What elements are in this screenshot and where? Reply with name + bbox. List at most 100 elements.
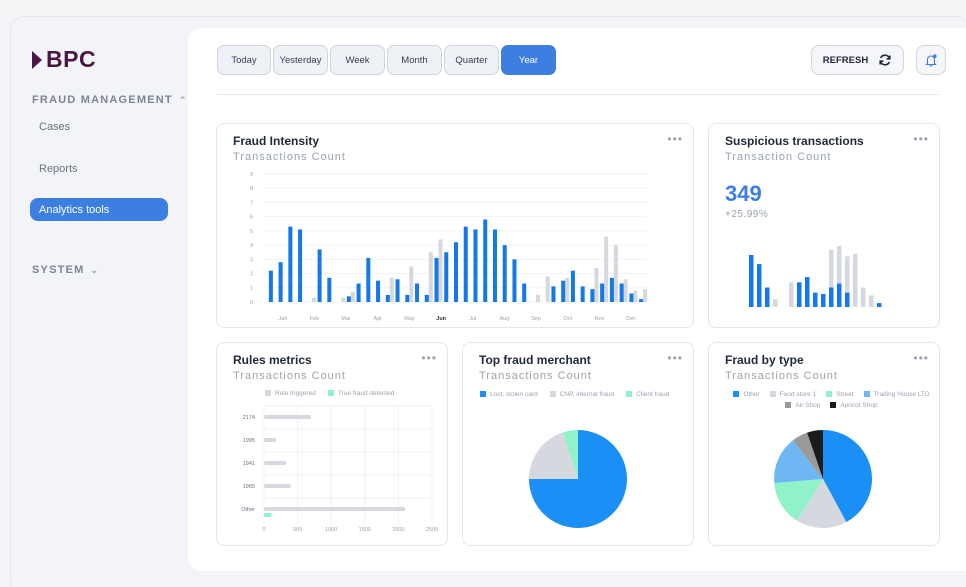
bar-blue bbox=[444, 252, 449, 302]
x-tick-label: Apr bbox=[374, 316, 383, 322]
chevron-up-icon: ⌃ bbox=[178, 94, 188, 105]
bell-icon bbox=[925, 53, 937, 66]
y-tick-label: 9 bbox=[250, 172, 253, 178]
notifications-button[interactable] bbox=[916, 45, 946, 75]
x-tick-label: 1500 bbox=[359, 527, 371, 533]
bar-blue bbox=[454, 242, 458, 302]
bar-rule-triggered bbox=[264, 484, 291, 488]
bar-grey bbox=[773, 299, 778, 307]
bar-blue bbox=[590, 289, 595, 302]
bar-blue bbox=[502, 245, 507, 302]
x-tick-label: Aug bbox=[500, 316, 510, 322]
suspicious-chart bbox=[749, 245, 882, 307]
y-tick-label: 0 bbox=[250, 300, 253, 306]
bar-blue bbox=[288, 226, 293, 302]
bar-blue bbox=[805, 277, 810, 307]
bar-grey bbox=[623, 279, 628, 302]
sidebar-item-label: Reports bbox=[39, 162, 78, 175]
bar-blue bbox=[609, 277, 614, 302]
category-label: 2174 bbox=[243, 415, 255, 421]
y-tick-label: 5 bbox=[250, 229, 253, 235]
sidebar-section-fraud-management[interactable]: FRAUD MANAGEMENT ⌃ bbox=[32, 94, 188, 106]
bar-blue bbox=[845, 292, 850, 307]
sidebar-item-analytics-tools[interactable]: Analytics tools bbox=[30, 198, 168, 221]
main-panel: Today Yesterday Week Month Quarter Year … bbox=[188, 28, 966, 571]
period-month-button[interactable]: Month bbox=[387, 45, 442, 75]
bar-blue bbox=[356, 283, 361, 302]
bar-blue bbox=[434, 257, 439, 302]
bar-grey bbox=[853, 253, 858, 307]
bar-blue bbox=[395, 279, 400, 302]
brand-logo[interactable]: BPC bbox=[32, 46, 96, 73]
bar-grey bbox=[311, 297, 316, 302]
x-tick-label: Nov bbox=[595, 316, 605, 322]
y-tick-label: 4 bbox=[250, 243, 253, 249]
x-tick-label: Jul bbox=[469, 316, 476, 322]
sidebar: BPC FRAUD MANAGEMENT ⌃ Cases Reports Ana… bbox=[10, 16, 190, 587]
category-label: 1995 bbox=[243, 438, 255, 444]
logo-mark-icon bbox=[32, 50, 42, 69]
period-quarter-button[interactable]: Quarter bbox=[444, 45, 499, 75]
bar-grey bbox=[350, 292, 355, 302]
rules-metrics-card: Rules metrics Transactions Count ••• Rul… bbox=[216, 342, 448, 546]
sidebar-section-system[interactable]: SYSTEM ⌄ bbox=[32, 264, 99, 276]
refresh-label: REFRESH bbox=[822, 54, 869, 66]
bar-grey bbox=[789, 282, 794, 307]
x-tick-label: Jan bbox=[278, 316, 287, 322]
bar-blue bbox=[600, 283, 605, 302]
bar-grey bbox=[428, 252, 433, 302]
x-tick-label: Sep bbox=[531, 316, 541, 322]
bar-grey bbox=[341, 297, 346, 302]
bar-grey bbox=[545, 276, 550, 302]
period-selector: Today Yesterday Week Month Quarter Year bbox=[217, 45, 556, 75]
bar-blue bbox=[415, 283, 420, 302]
sidebar-item-label: Cases bbox=[39, 120, 71, 133]
bar-grey bbox=[409, 266, 414, 302]
bar-blue bbox=[629, 293, 634, 302]
bar-blue bbox=[561, 280, 566, 302]
period-week-button[interactable]: Week bbox=[330, 45, 385, 75]
x-tick-label: 0 bbox=[262, 527, 265, 533]
fraud-intensity-card: Fraud Intensity Transactions Count ••• 0… bbox=[216, 123, 694, 328]
bar-blue bbox=[512, 259, 517, 302]
sidebar-item-cases[interactable]: Cases bbox=[30, 115, 168, 138]
brand-name: BPC bbox=[46, 46, 97, 72]
period-yesterday-button[interactable]: Yesterday bbox=[273, 45, 328, 75]
fraud-by-type-card: Fraud by type Transactions Count ••• Oth… bbox=[708, 342, 940, 546]
suspicious-transactions-card: Suspicious transactions Transaction Coun… bbox=[708, 123, 940, 328]
bar-blue bbox=[483, 219, 488, 302]
bar-grey bbox=[438, 239, 443, 302]
bar-blue bbox=[376, 280, 381, 302]
bar-blue bbox=[619, 283, 624, 302]
fraud-type-pie-chart bbox=[774, 430, 872, 528]
x-tick-label: 2000 bbox=[392, 527, 404, 533]
bar-grey bbox=[643, 289, 648, 302]
sidebar-item-label: Analytics tools bbox=[39, 203, 110, 216]
refresh-button[interactable]: REFRESH bbox=[811, 45, 904, 75]
bar-grey bbox=[604, 236, 609, 302]
x-tick-label: 1000 bbox=[325, 527, 337, 533]
bar-blue bbox=[580, 286, 585, 302]
top-fraud-merchant-card: Top fraud merchant Transactions Count ••… bbox=[462, 342, 694, 546]
bar-blue bbox=[765, 287, 770, 307]
bar-rule-triggered bbox=[264, 461, 287, 465]
bar-blue bbox=[268, 270, 273, 302]
period-today-button[interactable]: Today bbox=[217, 45, 271, 75]
x-tick-label: May bbox=[404, 316, 415, 322]
rules-chart: 0 500 1000 1500 2000 2500 2174 1995 1941 1965 Othe… bbox=[241, 405, 438, 533]
period-year-button[interactable]: Year bbox=[501, 45, 556, 75]
bar-grey bbox=[565, 277, 570, 302]
bar-grey bbox=[861, 287, 866, 307]
category-label: 1965 bbox=[243, 484, 255, 490]
bar-grey bbox=[535, 294, 540, 302]
bar-blue bbox=[385, 294, 390, 302]
bar-blue bbox=[492, 229, 497, 302]
sidebar-section-label: FRAUD MANAGEMENT bbox=[32, 94, 173, 106]
bar-rule-triggered bbox=[264, 438, 277, 442]
bar-blue bbox=[829, 287, 834, 307]
bar-grey bbox=[594, 267, 599, 302]
y-tick-label: 1 bbox=[250, 286, 253, 292]
sidebar-item-reports[interactable]: Reports bbox=[30, 157, 168, 180]
category-label: Other bbox=[241, 507, 255, 513]
bar-rule-triggered bbox=[264, 507, 406, 511]
